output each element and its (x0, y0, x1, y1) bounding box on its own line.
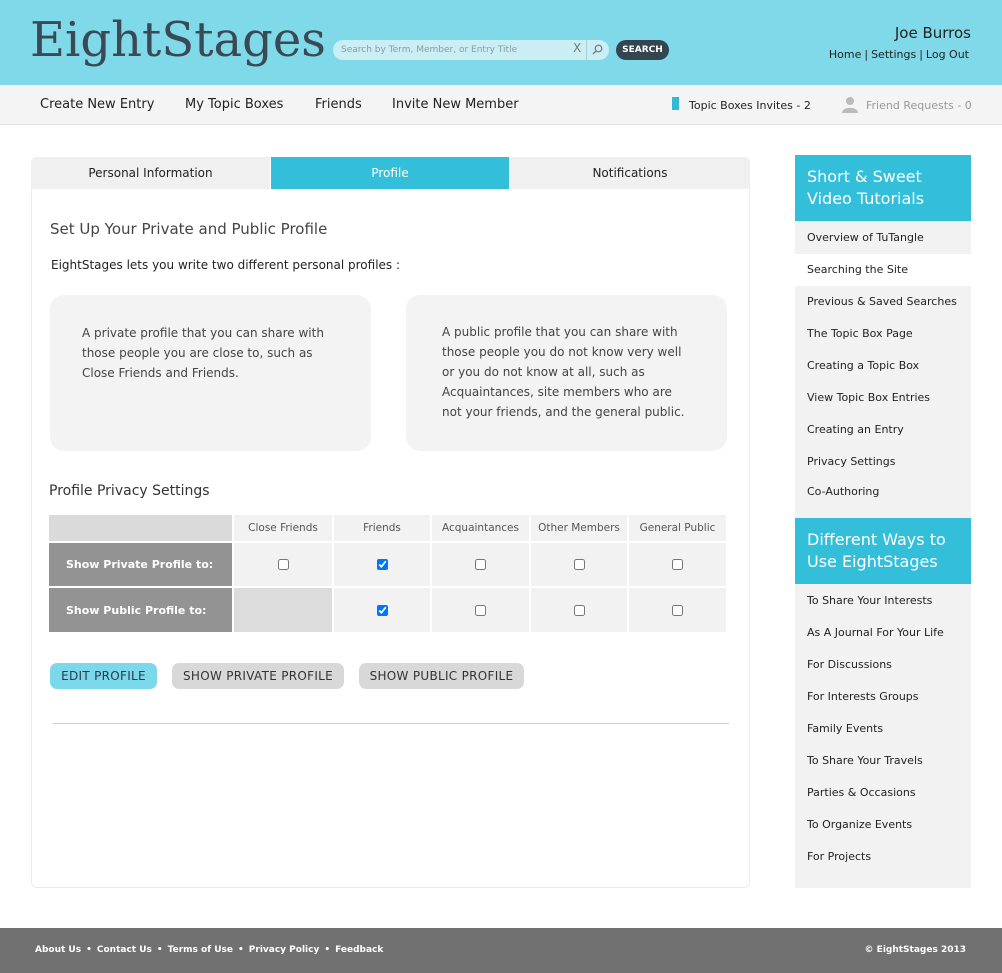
public-acquaintances-checkbox[interactable] (475, 604, 486, 616)
cell (333, 541, 432, 587)
tutorial-link[interactable]: Previous & Saved Searches (795, 286, 971, 318)
cell (628, 586, 726, 632)
tab-notifications[interactable]: Notifications (510, 157, 750, 189)
privacy-settings-title: Profile Privacy Settings (49, 483, 210, 499)
tutorial-link[interactable]: Co-Authoring (795, 476, 971, 508)
footer-link-terms[interactable]: Terms of Use (168, 945, 233, 955)
privacy-table: Close Friends Friends Acquaintances Othe… (49, 515, 726, 632)
private-general-public-checkbox[interactable] (672, 559, 683, 570)
ways-link[interactable]: To Share Your Travels (795, 745, 971, 777)
intro-text: EightStages lets you write two different… (51, 258, 401, 272)
tutorial-link[interactable]: Creating an Entry (795, 414, 971, 446)
show-public-profile-button[interactable]: SHOW PUBLIC PROFILE (359, 663, 524, 689)
link-separator: | (864, 48, 869, 61)
divider (53, 723, 729, 724)
nav-my-topic-boxes[interactable]: My Topic Boxes (185, 97, 283, 112)
cell (628, 541, 726, 587)
user-links: Home | Settings | Log Out (829, 48, 969, 61)
settings-link[interactable]: Settings (871, 48, 916, 61)
search-bar: X (333, 40, 609, 60)
footer-bullet: • (86, 945, 92, 955)
footer-bullet: • (156, 945, 163, 955)
disabled-cell (233, 586, 334, 632)
column-header: General Public (628, 515, 726, 542)
public-profile-box: A public profile that you can share with… (406, 295, 727, 451)
ways-link[interactable]: For Discussions (795, 649, 971, 681)
public-other-members-checkbox[interactable] (573, 604, 585, 616)
tutorial-link[interactable]: Privacy Settings (795, 446, 971, 478)
private-other-members-checkbox[interactable] (573, 559, 585, 570)
tab-profile[interactable]: Profile (271, 157, 509, 189)
row-label: Show Private Profile to: (49, 541, 234, 587)
tutorial-link[interactable]: The Topic Box Page (795, 318, 971, 350)
page-title: Set Up Your Private and Public Profile (50, 220, 328, 238)
site-footer: About Us • Contact Us • Terms of Use • Privacy… (0, 928, 1002, 973)
topic-box-icon (672, 97, 679, 110)
row-label: Show Public Profile to: (49, 586, 234, 632)
public-friends-checkbox[interactable] (376, 604, 388, 616)
table-row-public: Show Public Profile to: (49, 586, 726, 632)
cell (333, 586, 432, 632)
clear-search-icon[interactable]: X (573, 41, 581, 55)
table-corner (49, 515, 234, 542)
edit-profile-button[interactable]: EDIT PROFILE (50, 663, 157, 689)
column-header: Acquaintances (431, 515, 531, 542)
cell (530, 586, 629, 632)
footer-link-about[interactable]: About Us (35, 945, 81, 955)
topic-box-invites[interactable]: Topic Boxes Invites - 2 (689, 99, 811, 112)
private-close-friends-checkbox[interactable] (277, 559, 289, 570)
copyright: © EightStages 2013 (864, 945, 966, 955)
tutorials-heading: Short & Sweet Video Tutorials (795, 155, 971, 221)
magnifier-icon[interactable] (586, 40, 608, 60)
ways-link[interactable]: For Projects (795, 841, 971, 873)
footer-bullet: • (238, 945, 244, 955)
ways-link[interactable]: As A Journal For Your Life (795, 617, 971, 649)
ways-link[interactable]: Parties & Occasions (795, 777, 971, 809)
column-header: Other Members (530, 515, 629, 542)
tutorial-link[interactable]: Searching the Site (795, 254, 971, 286)
public-profile-description: A public profile that you can share with… (442, 325, 685, 419)
site-logo[interactable]: EightStages (30, 12, 326, 68)
footer-link-privacy[interactable]: Privacy Policy (249, 945, 320, 955)
table-header-row: Close Friends Friends Acquaintances Othe… (49, 515, 726, 542)
private-acquaintances-checkbox[interactable] (475, 559, 486, 570)
ways-link[interactable]: To Share Your Interests (795, 585, 971, 617)
cell (233, 541, 334, 587)
tutorial-link[interactable]: View Topic Box Entries (795, 382, 971, 414)
tab-personal-information[interactable]: Personal Information (31, 157, 270, 189)
nav-invite-member[interactable]: Invite New Member (392, 97, 519, 112)
show-private-profile-button[interactable]: SHOW PRIVATE PROFILE (172, 663, 344, 689)
nav-friends[interactable]: Friends (315, 97, 362, 112)
logout-link[interactable]: Log Out (926, 48, 969, 61)
search-input[interactable] (341, 42, 566, 58)
footer-links: About Us • Contact Us • Terms of Use • Privacy… (35, 945, 383, 955)
search-button[interactable]: SEARCH (616, 40, 669, 60)
tutorial-link[interactable]: Overview of TuTangle (795, 222, 971, 254)
cell (431, 541, 531, 587)
ways-link[interactable]: For Interests Groups (795, 681, 971, 713)
cell (431, 586, 531, 632)
private-friends-checkbox[interactable] (376, 559, 388, 570)
table-row-private: Show Private Profile to: (49, 541, 726, 587)
ways-link[interactable]: To Organize Events (795, 809, 971, 841)
user-name: Joe Burros (894, 24, 971, 42)
private-profile-description: A private profile that you can share wit… (82, 326, 324, 380)
column-header: Friends (333, 515, 432, 542)
link-separator: | (919, 48, 923, 61)
ways-link[interactable]: Family Events (795, 713, 971, 745)
ways-heading: Different Ways to Use EightStages (795, 518, 971, 584)
person-icon (842, 96, 858, 117)
footer-link-feedback[interactable]: Feedback (335, 945, 383, 955)
cell (530, 541, 629, 587)
footer-link-contact[interactable]: Contact Us (97, 945, 152, 955)
home-link[interactable]: Home (829, 48, 861, 61)
nav-create-entry[interactable]: Create New Entry (40, 97, 154, 112)
friend-requests[interactable]: Friend Requests - 0 (866, 99, 972, 112)
column-header: Close Friends (233, 515, 334, 542)
private-profile-box: A private profile that you can share wit… (50, 295, 371, 451)
footer-bullet: • (324, 945, 331, 955)
tutorial-link[interactable]: Creating a Topic Box (795, 350, 971, 382)
public-general-public-checkbox[interactable] (672, 604, 683, 616)
